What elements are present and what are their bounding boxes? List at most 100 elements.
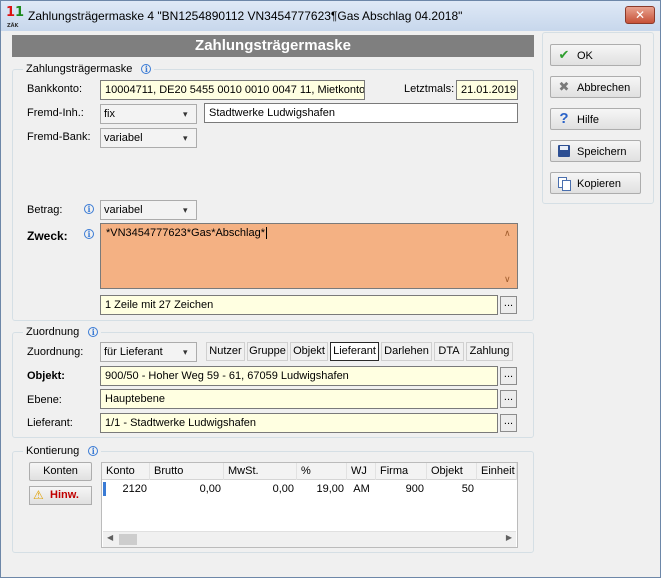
fremd-inh-select[interactable]: fix ▾ xyxy=(100,104,197,124)
table-cell[interactable]: 50 xyxy=(427,481,477,497)
tab-zahlung[interactable]: Zahlung xyxy=(466,342,513,361)
accounting-group-title: Kontierung xyxy=(26,445,80,457)
betrag-label: Betrag: xyxy=(27,204,63,216)
text-cursor xyxy=(266,227,268,239)
window-title: Zahlungsträgermaske 4 "BN1254890112 VN34… xyxy=(28,9,463,23)
fremd-inh-label: Fremd-Inh.: xyxy=(27,107,84,119)
zuordnung-label: Zuordnung: xyxy=(27,346,84,358)
column-header[interactable]: Objekt xyxy=(427,463,477,480)
table-cell[interactable]: 19,00 xyxy=(297,481,347,497)
bankkonto-field[interactable]: 10004711, DE20 5455 0010 0010 0047 11, M… xyxy=(100,80,365,100)
column-header[interactable]: WJ xyxy=(347,463,376,480)
letztmals-field[interactable]: 21.01.2019 xyxy=(456,80,518,100)
info-icon[interactable]: i xyxy=(88,327,99,338)
ebene-field[interactable]: Hauptebene xyxy=(100,389,498,409)
hinweis-button[interactable]: ⚠ Hinw. xyxy=(29,486,92,505)
dialog-window: 11 ZÄK Zahlungsträgermaske 4 "BN125489011… xyxy=(0,0,661,578)
chevron-down-icon: ▾ xyxy=(183,205,188,215)
grid-header: Konto Brutto MwSt. % WJ Firma Objekt Ein… xyxy=(102,463,517,480)
table-cell[interactable]: 0,00 xyxy=(150,481,224,497)
objekt-field[interactable]: 900/50 - Hoher Weg 59 - 61, 67059 Ludwig… xyxy=(100,366,498,386)
zweck-more-button[interactable]: ... xyxy=(500,296,517,314)
accounting-grid[interactable]: Konto Brutto MwSt. % WJ Firma Objekt Ein… xyxy=(101,462,518,548)
scroll-down-icon[interactable]: ∨ xyxy=(504,274,511,285)
payer-group-title: Zahlungsträgermaske xyxy=(26,63,133,75)
column-header[interactable]: % xyxy=(297,463,347,480)
chevron-down-icon: ▾ xyxy=(183,109,188,119)
info-icon[interactable]: i xyxy=(84,229,94,239)
page-title: Zahlungsträgermaske xyxy=(12,35,534,57)
chevron-down-icon: ▾ xyxy=(183,347,188,357)
table-cell[interactable]: 0,00 xyxy=(224,481,297,497)
save-button[interactable]: Speichern xyxy=(550,140,641,162)
close-window-button[interactable]: ✕ xyxy=(625,6,655,24)
lieferant-label: Lieferant: xyxy=(27,417,73,429)
column-header[interactable]: Brutto xyxy=(150,463,224,480)
table-cell[interactable]: 900 xyxy=(376,481,427,497)
letztmals-label: Letztmals: xyxy=(404,83,455,95)
fremd-bank-select[interactable]: variabel ▾ xyxy=(100,128,197,148)
warning-icon: ⚠ xyxy=(33,488,44,502)
info-icon[interactable]: i xyxy=(84,204,94,214)
cancel-button[interactable]: ✖ Abbrechen xyxy=(550,76,641,98)
zweck-text: *VN3454777623*Gas*Abschlag* xyxy=(106,227,266,239)
table-row[interactable]: 2120 0,00 0,00 19,00 AM 900 50 xyxy=(102,481,517,497)
scroll-left-icon[interactable]: ◀ xyxy=(107,533,113,542)
objekt-more-button[interactable]: ... xyxy=(500,367,517,385)
ok-button[interactable]: ✔ OK xyxy=(550,44,641,66)
help-button-label: Hilfe xyxy=(577,114,600,126)
assignment-group-title: Zuordnung xyxy=(26,326,80,338)
ebene-label: Ebene: xyxy=(27,394,62,406)
column-header[interactable]: Einheit xyxy=(477,463,517,480)
save-icon xyxy=(556,143,572,159)
fremd-inh-selected: fix xyxy=(104,108,115,120)
lieferant-more-button[interactable]: ... xyxy=(500,414,517,432)
assignment-group-label: Zuordnung i xyxy=(23,326,102,338)
tab-nutzer[interactable]: Nutzer xyxy=(206,342,245,361)
tab-gruppe[interactable]: Gruppe xyxy=(247,342,288,361)
lieferant-field[interactable]: 1/1 - Stadtwerke Ludwigshafen xyxy=(100,413,498,433)
checkmark-icon: ✔ xyxy=(558,47,570,62)
fremd-inh-name-field[interactable]: Stadtwerke Ludwigshafen xyxy=(204,103,518,123)
copy-button[interactable]: Kopieren xyxy=(550,172,641,194)
tab-objekt[interactable]: Objekt xyxy=(290,342,328,361)
zweck-scrollbar[interactable]: ∧ ∨ xyxy=(501,225,516,287)
table-cell[interactable] xyxy=(477,481,517,497)
tab-lieferant[interactable]: Lieferant xyxy=(330,342,379,361)
table-cell[interactable]: 2120 xyxy=(102,481,150,497)
close-icon: ✖ xyxy=(558,79,570,94)
betrag-select[interactable]: variabel ▾ xyxy=(100,200,197,220)
info-icon[interactable]: i xyxy=(88,446,99,457)
copy-icon xyxy=(556,175,572,191)
fremd-bank-selected: variabel xyxy=(104,132,143,144)
zweck-label: Zweck: xyxy=(27,229,68,243)
payer-group-label: Zahlungsträgermaske i xyxy=(23,63,155,75)
scroll-up-icon[interactable]: ∧ xyxy=(504,228,511,239)
table-cell[interactable]: AM xyxy=(347,481,376,497)
ok-button-label: OK xyxy=(577,50,593,62)
save-button-label: Speichern xyxy=(577,146,627,158)
chevron-down-icon: ▾ xyxy=(183,133,188,143)
dialog-client-area: Zahlungsträgermaske Zahlungsträgermaske … xyxy=(9,32,654,570)
scrollbar-thumb[interactable] xyxy=(119,534,137,545)
ebene-more-button[interactable]: ... xyxy=(500,390,517,408)
tab-dta[interactable]: DTA xyxy=(434,342,464,361)
grid-horizontal-scrollbar[interactable]: ◀ ▶ xyxy=(103,531,516,547)
column-header[interactable]: Firma xyxy=(376,463,427,480)
column-header[interactable]: MwSt. xyxy=(224,463,297,480)
info-icon[interactable]: i xyxy=(141,64,152,75)
cancel-button-label: Abbrechen xyxy=(577,82,631,94)
help-icon: ? xyxy=(559,110,569,127)
scroll-right-icon[interactable]: ▶ xyxy=(506,533,512,542)
bankkonto-label: Bankkonto: xyxy=(27,83,83,95)
zuordnung-select[interactable]: für Lieferant ▾ xyxy=(100,342,197,362)
zweck-textarea[interactable]: *VN3454777623*Gas*Abschlag* ∧ ∨ xyxy=(100,223,518,289)
column-header[interactable]: Konto xyxy=(102,463,150,480)
title-bar[interactable]: 11 ZÄK Zahlungsträgermaske 4 "BN125489011… xyxy=(1,1,660,31)
betrag-selected: variabel xyxy=(104,204,143,216)
accounting-group-label: Kontierung i xyxy=(23,445,102,457)
zuordnung-selected: für Lieferant xyxy=(104,346,163,358)
help-button[interactable]: ? Hilfe xyxy=(550,108,641,130)
konten-button[interactable]: Konten xyxy=(29,462,92,481)
tab-darlehen[interactable]: Darlehen xyxy=(381,342,432,361)
